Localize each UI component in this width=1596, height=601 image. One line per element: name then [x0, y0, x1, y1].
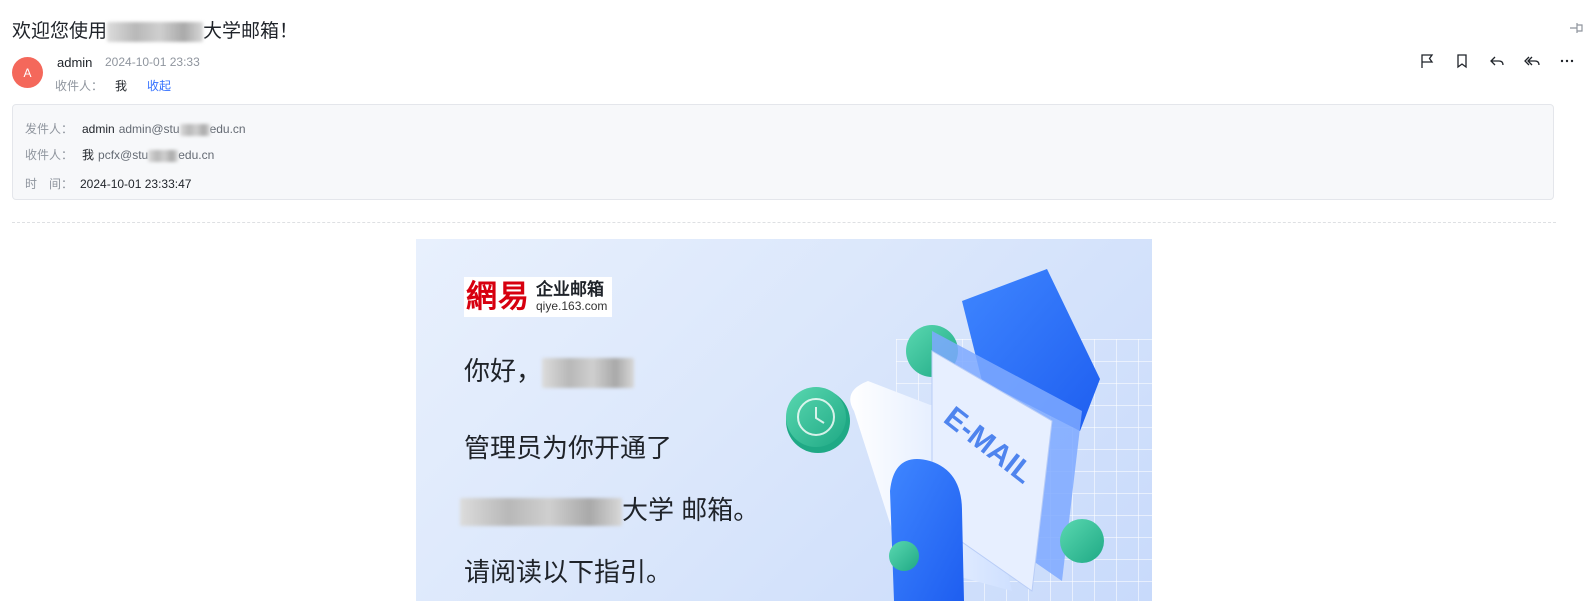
to-address-suffix: edu.cn	[178, 148, 215, 162]
flag-icon[interactable]	[1418, 52, 1436, 70]
welcome-banner: 網易 企业邮箱 qiye.163.com 你好， 管理员为你开通了 大学 邮箱。…	[416, 239, 1152, 601]
banner-line-1: 管理员为你开通了	[464, 433, 673, 463]
mail-details-panel: 发件人： admin admin@stu edu.cn 收件人： 我 pcfx@stu ed…	[12, 104, 1554, 200]
banner-line-2-suffix: 大学 邮箱。	[622, 495, 760, 525]
detail-from-row: 发件人： admin admin@stu edu.cn	[25, 120, 246, 137]
time-value: 2024-10-01 23:33:47	[80, 177, 192, 191]
subject-prefix: 欢迎您使用	[12, 21, 108, 42]
sender-time: 2024-10-01 23:33	[105, 55, 200, 69]
from-address[interactable]: admin@stu edu.cn	[119, 122, 246, 136]
banner-line-3: 请阅读以下指引。	[464, 557, 673, 587]
redacted-domain	[148, 149, 179, 162]
subject-suffix: 大学邮箱！	[203, 21, 299, 42]
detail-to-row: 收件人： 我 pcfx@stu edu.cn	[25, 146, 214, 163]
from-label: 发件人：	[25, 122, 74, 136]
redacted-university-name	[107, 21, 204, 42]
recipient-name[interactable]: 我	[115, 79, 127, 93]
email-illustration: E-MAIL	[786, 269, 1104, 601]
reply-icon[interactable]	[1488, 52, 1506, 70]
redacted-domain	[179, 123, 210, 136]
collapse-link[interactable]: 收起	[147, 79, 171, 93]
to-name[interactable]: 我	[82, 148, 94, 162]
redacted-user-name	[542, 358, 635, 389]
sender-name[interactable]: admin	[57, 55, 92, 70]
redacted-university-name	[460, 498, 622, 527]
to-address[interactable]: pcfx@stu edu.cn	[98, 148, 214, 162]
recipient-row: 收件人： 我 收起	[55, 77, 171, 94]
logo-domain: qiye.163.com	[536, 298, 608, 313]
from-name[interactable]: admin	[82, 122, 115, 136]
logo-mark: 網易	[466, 278, 530, 315]
bookmark-icon[interactable]	[1453, 52, 1471, 70]
pin-icon[interactable]	[1568, 20, 1584, 36]
greeting-text: 你好，	[464, 356, 543, 386]
more-icon[interactable]	[1558, 52, 1576, 70]
mail-toolbar	[1418, 52, 1576, 70]
recipient-label: 收件人：	[55, 79, 104, 93]
greeting: 你好，	[464, 351, 635, 389]
reply-all-icon[interactable]	[1523, 52, 1541, 70]
banner-line-2: 大学 邮箱。	[460, 490, 759, 527]
to-label: 收件人：	[25, 148, 74, 162]
from-address-prefix: admin@stu	[118, 122, 180, 136]
clock-icon	[786, 387, 850, 453]
to-address-prefix: pcfx@stu	[98, 148, 149, 162]
from-address-suffix: edu.cn	[209, 122, 246, 136]
netease-logo: 網易 企业邮箱 qiye.163.com	[464, 277, 612, 317]
logo-title: 企业邮箱	[536, 280, 604, 300]
detail-time-row: 时 间： 2024-10-01 23:33:47	[25, 175, 191, 192]
email-subject: 欢迎您使用 大学邮箱！	[12, 16, 298, 43]
time-label: 时 间：	[25, 177, 74, 191]
avatar: A	[12, 57, 43, 88]
divider	[12, 222, 1556, 223]
